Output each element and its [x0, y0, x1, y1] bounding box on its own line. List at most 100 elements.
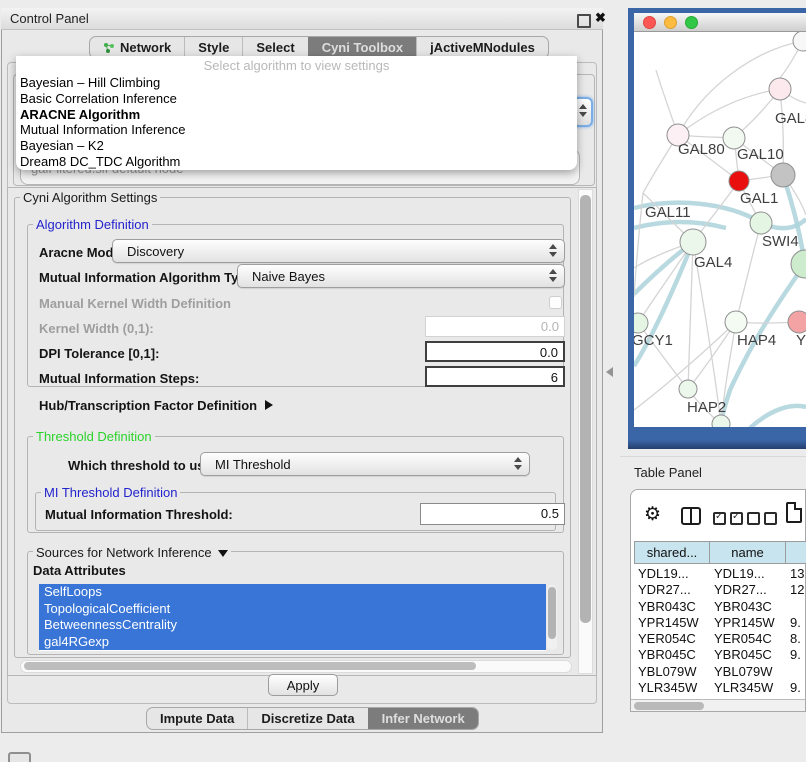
table-row[interactable]: YDL19...YDL19...13	[634, 566, 806, 582]
network-node[interactable]	[680, 229, 706, 255]
tab-network[interactable]: Network	[90, 37, 184, 58]
network-node[interactable]	[729, 171, 749, 191]
mi-algorithm-type-select[interactable]: Naive Bayes	[237, 264, 565, 288]
mi-algorithm-type-value: Naive Bayes	[252, 269, 325, 284]
network-node[interactable]	[712, 415, 730, 427]
settings-vertical-scrollbar	[578, 189, 593, 674]
network-node[interactable]	[769, 78, 791, 100]
tab-label: Impute Data	[160, 708, 234, 729]
tab-label: Infer Network	[382, 708, 465, 729]
table-cell: YBL079W	[634, 664, 710, 680]
mi-steps-value: 6	[551, 370, 558, 385]
table-row[interactable]: YBR045CYBR045C9.	[634, 647, 806, 663]
close-traffic-light-icon[interactable]	[643, 16, 656, 29]
column-header-clipped[interactable]: A	[786, 541, 806, 564]
algorithm-option[interactable]: Basic Correlation Inference	[18, 91, 575, 107]
panel-divider	[620, 456, 806, 457]
data-attribute-item[interactable]: TopologicalCoefficient	[39, 601, 546, 618]
tab-label: Cyni Toolbox	[322, 37, 403, 58]
algorithm-option[interactable]: Dream8 DC_TDC Algorithm	[18, 154, 575, 170]
tab-infer-network[interactable]: Infer Network	[368, 708, 478, 729]
which-threshold-label: Which threshold to use:	[68, 458, 216, 473]
dpi-tolerance-field[interactable]: 0.0	[425, 341, 565, 362]
algorithm-option[interactable]: Bayesian – Hill Climbing	[18, 75, 575, 91]
sources-legend[interactable]: Sources for Network Inference	[33, 545, 231, 560]
column-header-shared-name[interactable]: shared...	[634, 541, 710, 564]
tab-cyni-toolbox[interactable]: Cyni Toolbox	[308, 37, 416, 58]
which-threshold-select[interactable]: MI Threshold	[200, 452, 530, 476]
mi-algorithm-type-label: Mutual Information Algorithm Type:	[39, 270, 258, 285]
tab-label: Network	[120, 37, 171, 58]
hub-definition-expander[interactable]: Hub/Transcription Factor Definition	[39, 398, 273, 413]
kernel-width-field: 0.0	[425, 316, 565, 337]
tab-jactivemnodules[interactable]: jActiveMNodules	[416, 37, 548, 58]
table-cell: 9.	[786, 615, 806, 631]
table-cell: YBR043C	[710, 599, 786, 615]
scrollbar-thumb[interactable]	[548, 587, 556, 639]
network-canvas[interactable]: GAL8GAL80GAL10GAL11GAL1SWI4GAL4GCY1HAP4Y…	[634, 32, 806, 427]
table-row[interactable]: YBL079WYBL079W	[634, 664, 806, 680]
sources-legend-label: Sources for Network Inference	[36, 545, 212, 560]
network-node[interactable]	[634, 313, 648, 333]
network-node[interactable]	[788, 311, 806, 333]
tab-select[interactable]: Select	[242, 37, 307, 58]
network-node[interactable]	[750, 212, 772, 234]
show-columns-icon[interactable]	[681, 507, 701, 525]
data-attribute-item[interactable]: BetweennessCentrality	[39, 617, 546, 634]
data-attribute-item[interactable]: gal4RGexp	[39, 634, 546, 651]
hub-definition-label: Hub/Transcription Factor Definition	[39, 398, 257, 413]
data-attributes-list[interactable]: SelfLoopsTopologicalCoefficientBetweenne…	[39, 584, 546, 651]
minimize-traffic-light-icon[interactable]	[664, 16, 677, 29]
table-row[interactable]: YPR145WYPR145W9.	[634, 615, 806, 631]
mi-steps-field[interactable]: 6	[425, 366, 565, 387]
data-attribute-item[interactable]: SelfLoops	[39, 584, 546, 601]
float-window-icon[interactable]	[577, 14, 591, 28]
which-threshold-value: MI Threshold	[215, 457, 291, 472]
network-node-label: HAP2	[687, 399, 726, 416]
export-table-icon[interactable]	[786, 502, 802, 523]
algorithm-option[interactable]: Mutual Information Inference	[18, 122, 575, 138]
table-row[interactable]: YDR27...YDR27...12	[634, 582, 806, 598]
network-node[interactable]	[725, 311, 747, 333]
mi-threshold-field[interactable]: 0.5	[420, 503, 565, 525]
checked-box-icon	[730, 512, 743, 525]
kernel-width-value: 0.0	[541, 319, 559, 334]
network-node[interactable]	[679, 380, 697, 398]
collapsed-panel-button-fragment[interactable]	[8, 752, 31, 762]
cyni-settings-legend: Cyni Algorithm Settings	[20, 190, 160, 205]
table-row[interactable]: YLR345WYLR345W9.	[634, 680, 806, 696]
split-pane-collapse-icon[interactable]	[606, 367, 613, 377]
zoom-traffic-light-icon[interactable]	[685, 16, 698, 29]
tab-discretize-data[interactable]: Discretize Data	[247, 708, 367, 729]
data-attributes-label: Data Attributes	[33, 563, 126, 578]
algorithm-option[interactable]: Bayesian – K2	[18, 138, 575, 154]
aracne-mode-select[interactable]: Discovery	[112, 239, 565, 263]
deselect-all-columns-icon[interactable]	[747, 512, 777, 525]
table-cell: YDL19...	[710, 566, 786, 582]
scrollbar-thumb[interactable]	[634, 702, 704, 710]
network-node[interactable]	[791, 250, 806, 278]
tab-style[interactable]: Style	[184, 37, 242, 58]
table-settings-gear-icon[interactable]: ⚙	[644, 503, 661, 526]
network-node[interactable]	[793, 32, 806, 51]
network-node-label: HAP4	[737, 332, 776, 349]
network-node-label: SWI4	[762, 233, 799, 250]
select-all-columns-icon[interactable]	[713, 512, 743, 525]
network-window-titlebar	[634, 13, 806, 32]
manual-kernel-width-label: Manual Kernel Width Definition	[39, 296, 231, 311]
column-header-name[interactable]: name	[710, 541, 786, 564]
table-row[interactable]: YER054CYER054C8.	[634, 631, 806, 647]
scrollbar-thumb[interactable]	[24, 662, 476, 670]
close-icon[interactable]: ✖	[595, 10, 606, 26]
table-row[interactable]: YBR043CYBR043C	[634, 599, 806, 615]
tab-impute-data[interactable]: Impute Data	[147, 708, 247, 729]
dpi-tolerance-value: 0.0	[540, 345, 558, 360]
network-node-label: Y	[796, 332, 806, 349]
network-node[interactable]	[771, 163, 795, 187]
cyni-bottom-tabbar: Impute Data Discretize Data Infer Networ…	[146, 707, 479, 730]
popup-placeholder: Select algorithm to view settings	[16, 58, 577, 73]
apply-button[interactable]: Apply	[268, 674, 338, 696]
algorithm-option[interactable]: ARACNE Algorithm	[18, 107, 575, 123]
tab-label: Style	[198, 37, 229, 58]
scrollbar-thumb[interactable]	[580, 195, 591, 623]
